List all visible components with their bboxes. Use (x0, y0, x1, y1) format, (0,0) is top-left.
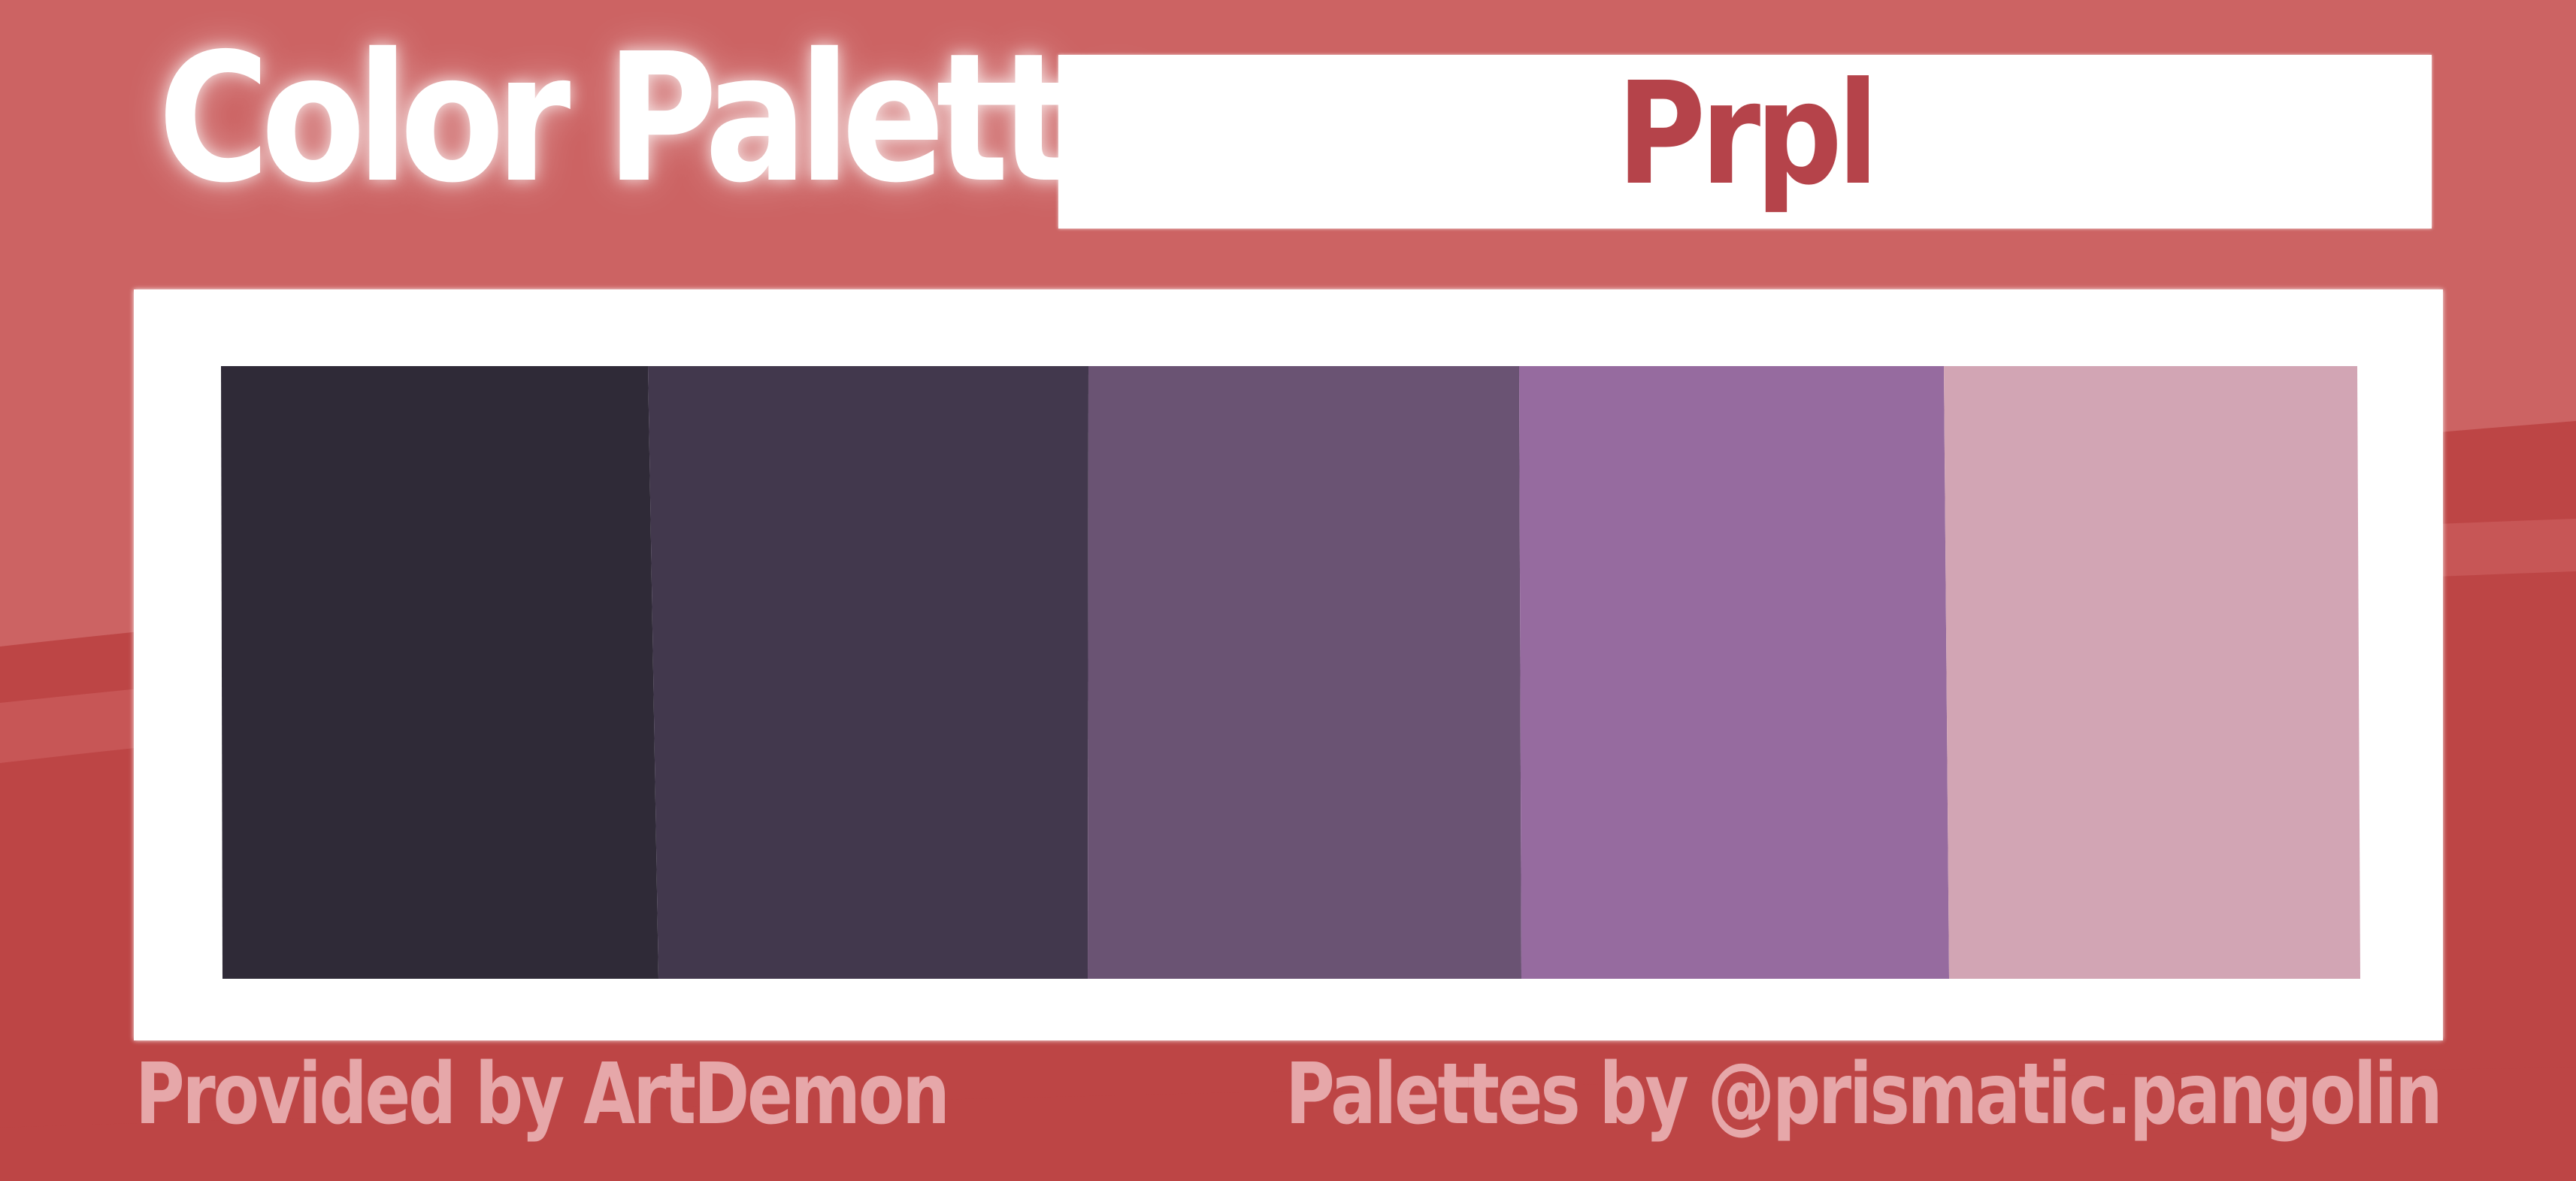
color-swatch-3 (1088, 366, 1521, 979)
credit-provided-by: Provided by ArtDemon (135, 1046, 950, 1143)
color-swatch-1 (221, 366, 658, 979)
color-swatch-2 (648, 366, 1088, 979)
color-swatch-5 (1944, 366, 2360, 979)
palette-card: Color Palette Prpl Provided by ArtDemon … (0, 0, 2576, 1181)
credit-palettes-by: Palettes by @prismatic.pangolin (1285, 1046, 2444, 1143)
swatch-strip (221, 366, 2360, 979)
color-swatch-4 (1519, 366, 1949, 979)
